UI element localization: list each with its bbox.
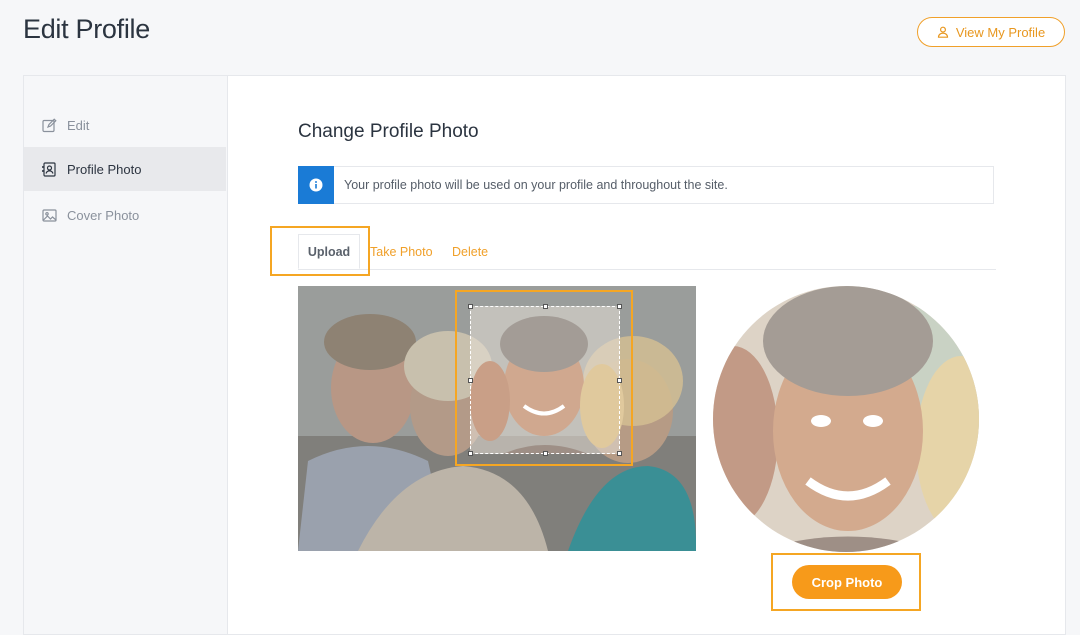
crop-handle[interactable] — [543, 304, 548, 309]
sidebar-item-label: Edit — [67, 117, 90, 133]
notice-text: Your profile photo will be used on your … — [344, 178, 728, 192]
view-my-profile-label: View My Profile — [955, 24, 1046, 40]
crop-handle[interactable] — [468, 451, 473, 456]
crop-handle[interactable] — [617, 304, 622, 309]
edit-icon — [42, 117, 57, 132]
info-notice: Your profile photo will be used on your … — [298, 165, 994, 204]
sidebar-item-edit[interactable]: Edit — [24, 103, 226, 147]
photo-tabs: Upload Take Photo Delete — [298, 234, 996, 270]
crop-handle[interactable] — [617, 378, 622, 383]
image-icon — [42, 208, 57, 222]
cropped-preview — [713, 286, 979, 552]
crop-handle[interactable] — [543, 451, 548, 456]
tab-upload[interactable]: Upload — [298, 234, 360, 269]
crop-handle[interactable] — [468, 304, 473, 309]
sidebar-item-label: Profile Photo — [67, 161, 142, 177]
section-title: Change Profile Photo — [298, 121, 479, 142]
crop-photo-button[interactable]: Crop Photo — [792, 565, 902, 599]
photo-crop-area[interactable] — [298, 286, 696, 551]
preview-photo — [713, 286, 979, 552]
crop-selection-box[interactable] — [468, 304, 622, 456]
user-icon — [937, 26, 948, 38]
tab-delete[interactable]: Delete — [452, 234, 488, 269]
info-icon — [309, 178, 323, 191]
sidebar-item-label: Cover Photo — [67, 207, 140, 223]
profile-photo-icon — [42, 161, 56, 177]
tab-take-photo[interactable]: Take Photo — [370, 234, 433, 269]
sidebar-item-cover-photo[interactable]: Cover Photo — [24, 193, 226, 237]
view-my-profile-button[interactable]: View My Profile — [917, 17, 1065, 47]
profile-card: Edit Profile Photo Cover Photo Change Pr… — [23, 75, 1066, 635]
crop-handle[interactable] — [617, 451, 622, 456]
sidebar: Edit Profile Photo Cover Photo — [24, 76, 228, 634]
info-icon-box — [298, 165, 334, 204]
sidebar-item-profile-photo[interactable]: Profile Photo — [24, 147, 226, 191]
page-title: Edit Profile — [23, 14, 150, 44]
crop-handle[interactable] — [468, 378, 473, 383]
